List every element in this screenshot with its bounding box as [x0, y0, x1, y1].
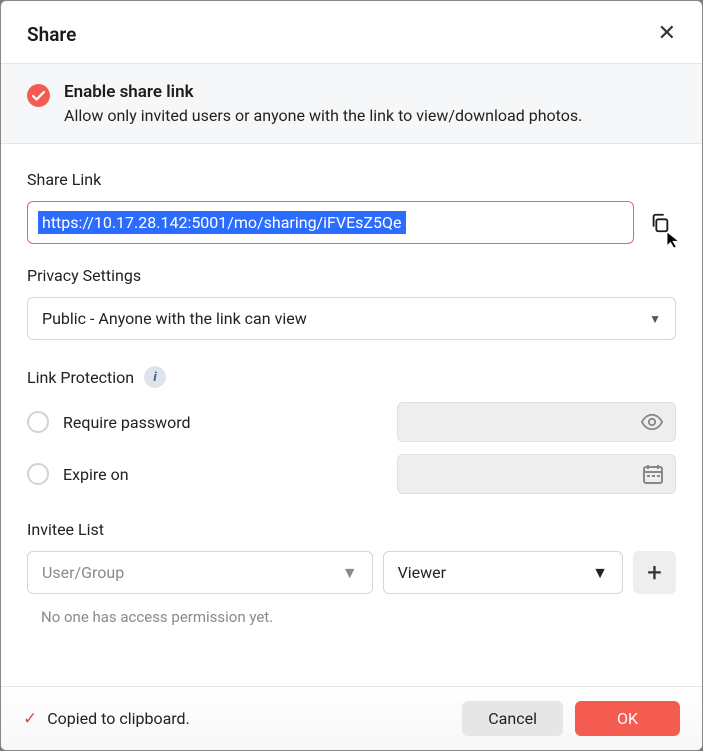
plus-icon: + — [647, 558, 662, 588]
user-group-placeholder: User/Group — [42, 563, 124, 582]
role-selected: Viewer — [398, 563, 447, 582]
checkmark-icon — [32, 91, 45, 101]
calendar-icon — [643, 465, 663, 484]
invitee-empty-message: No one has access permission yet. — [27, 608, 676, 626]
expire-on-checkbox[interactable] — [27, 463, 49, 485]
copy-link-button[interactable] — [644, 207, 676, 239]
dialog-title: Share — [27, 23, 76, 46]
invitee-list-label: Invitee List — [27, 520, 676, 539]
require-password-label: Require password — [63, 413, 383, 432]
check-badge — [27, 84, 50, 107]
add-invitee-button[interactable]: + — [633, 551, 676, 594]
enable-description: Allow only invited users or anyone with … — [64, 106, 582, 125]
close-button[interactable]: ✕ — [654, 19, 680, 49]
toast-text: Copied to clipboard. — [47, 709, 190, 728]
toast-message: ✓ Copied to clipboard. — [23, 709, 190, 729]
enable-title: Enable share link — [64, 82, 582, 102]
link-protection-header: Link Protection i — [27, 366, 676, 388]
user-group-select[interactable]: User/Group ▼ — [27, 551, 373, 594]
close-icon: ✕ — [658, 21, 676, 46]
expire-on-label: Expire on — [63, 465, 383, 484]
chevron-down-icon: ▼ — [342, 563, 358, 583]
share-link-text: https://10.17.28.142:5001/mo/sharing/iFV… — [38, 211, 406, 234]
link-protection-label: Link Protection — [27, 368, 134, 387]
footer-buttons: Cancel OK — [462, 701, 680, 736]
require-password-checkbox[interactable] — [27, 411, 49, 433]
dialog-footer: ✓ Copied to clipboard. Cancel OK — [1, 686, 702, 750]
eye-icon — [641, 414, 663, 430]
chevron-down-icon: ▼ — [649, 312, 661, 326]
privacy-selected: Public - Anyone with the link can view — [42, 309, 307, 328]
privacy-label: Privacy Settings — [27, 266, 676, 285]
expire-date-input-disabled — [397, 454, 676, 494]
dialog-body: Share Link https://10.17.28.142:5001/mo/… — [1, 144, 702, 686]
role-select[interactable]: Viewer ▼ — [383, 551, 623, 594]
cursor-icon — [666, 231, 684, 249]
password-input-disabled — [397, 402, 676, 442]
dialog-header: Share ✕ — [1, 1, 702, 63]
cancel-button[interactable]: Cancel — [462, 701, 563, 736]
info-icon[interactable]: i — [144, 366, 166, 388]
privacy-select[interactable]: Public - Anyone with the link can view ▼ — [27, 297, 676, 340]
chevron-down-icon: ▼ — [592, 563, 608, 583]
enable-text: Enable share link Allow only invited use… — [64, 82, 582, 125]
enable-share-section: Enable share link Allow only invited use… — [1, 63, 702, 144]
ok-button[interactable]: OK — [575, 701, 680, 736]
share-dialog: Share ✕ Enable share link Allow only inv… — [0, 0, 703, 751]
share-link-input[interactable]: https://10.17.28.142:5001/mo/sharing/iFV… — [27, 201, 634, 244]
checkmark-icon: ✓ — [23, 709, 37, 729]
share-link-label: Share Link — [27, 170, 676, 189]
